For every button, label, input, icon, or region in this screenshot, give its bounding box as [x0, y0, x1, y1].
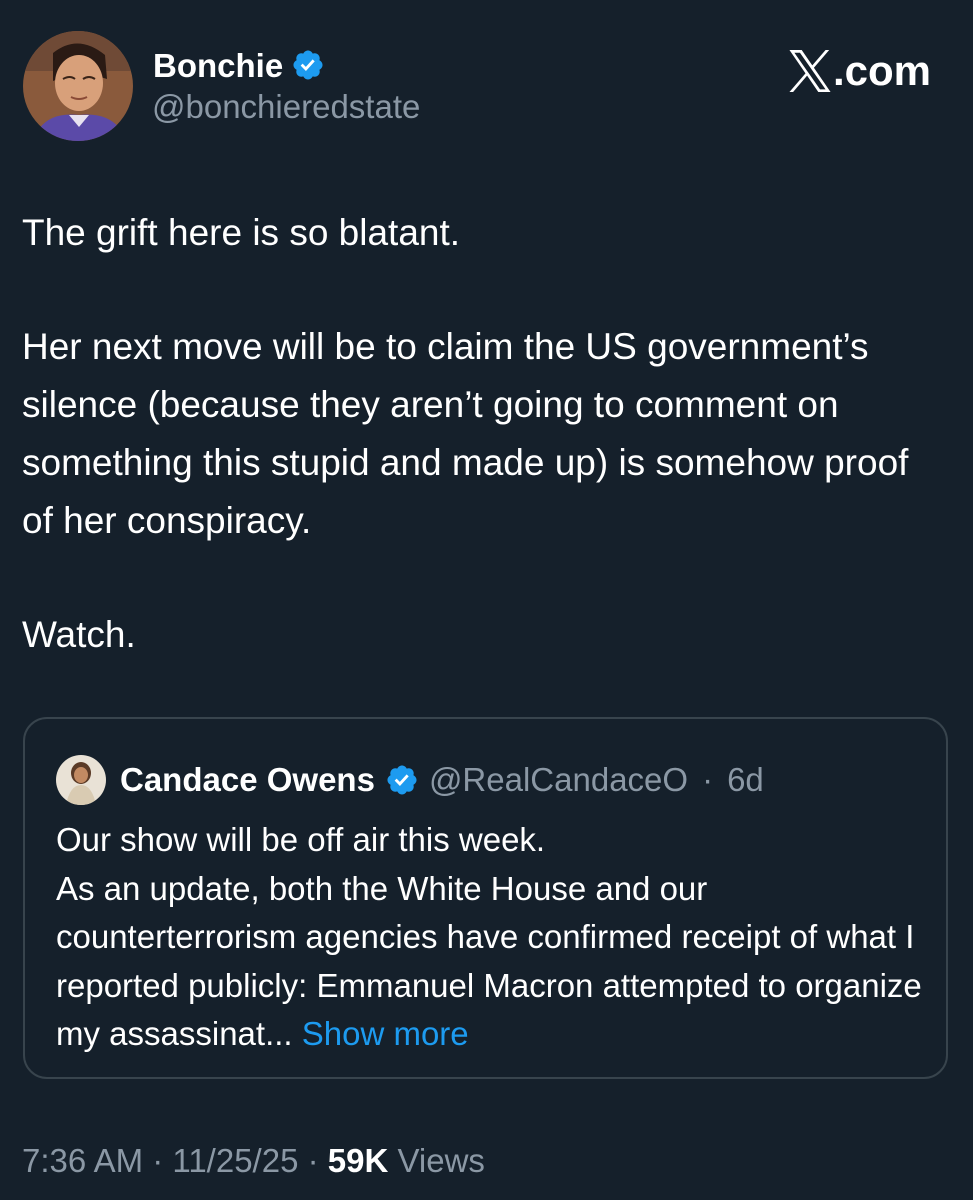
quoted-tweet-line: Our show will be off air this week.	[56, 821, 546, 858]
views-label: Views	[397, 1142, 485, 1179]
tweet-paragraph: The grift here is so blatant.	[22, 212, 461, 253]
quoted-tweet-text: Our show will be off air this week. As a…	[56, 816, 936, 1059]
x-logo-icon	[787, 50, 833, 92]
quoted-tweet-line: As an update, both the White House and o…	[56, 869, 922, 1053]
quoted-tweet-card[interactable]: Candace Owens @RealCandaceO · 6d Our show …	[23, 717, 948, 1079]
dot-separator: ·	[702, 761, 714, 798]
quoted-tweet-age[interactable]: 6d	[727, 761, 764, 799]
author-avatar[interactable]	[23, 31, 133, 141]
quoted-tweet-header: Candace Owens @RealCandaceO · 6d	[56, 755, 764, 805]
tweet-paragraph: Her next move will be to claim the US go…	[22, 326, 909, 541]
verified-badge-icon	[385, 763, 419, 797]
quoted-author-handle[interactable]: @RealCandaceO	[429, 761, 688, 799]
watermark-text: .com	[832, 47, 931, 94]
tweet-meta: 7:36 AM · 11/25/25 · 59K Views	[22, 1141, 485, 1181]
tweet-time[interactable]: 7:36 AM	[22, 1142, 143, 1179]
dot-separator: ·	[152, 1142, 164, 1179]
quoted-author-avatar[interactable]	[56, 755, 106, 805]
views-count[interactable]: 59K	[328, 1142, 389, 1179]
verified-badge-icon	[291, 48, 325, 82]
x-com-watermark: .com	[787, 50, 931, 92]
show-more-link[interactable]: Show more	[302, 1015, 469, 1052]
author-handle[interactable]: @bonchieredstate	[152, 88, 420, 126]
dot-separator: ·	[307, 1142, 319, 1179]
tweet-text: The grift here is so blatant. Her next m…	[22, 204, 942, 664]
tweet-paragraph: Watch.	[22, 614, 136, 655]
quoted-author-name[interactable]: Candace Owens	[120, 761, 375, 799]
author-name-row: Bonchie	[153, 44, 325, 86]
tweet-date[interactable]: 11/25/25	[172, 1142, 298, 1179]
author-name[interactable]: Bonchie	[153, 49, 283, 82]
